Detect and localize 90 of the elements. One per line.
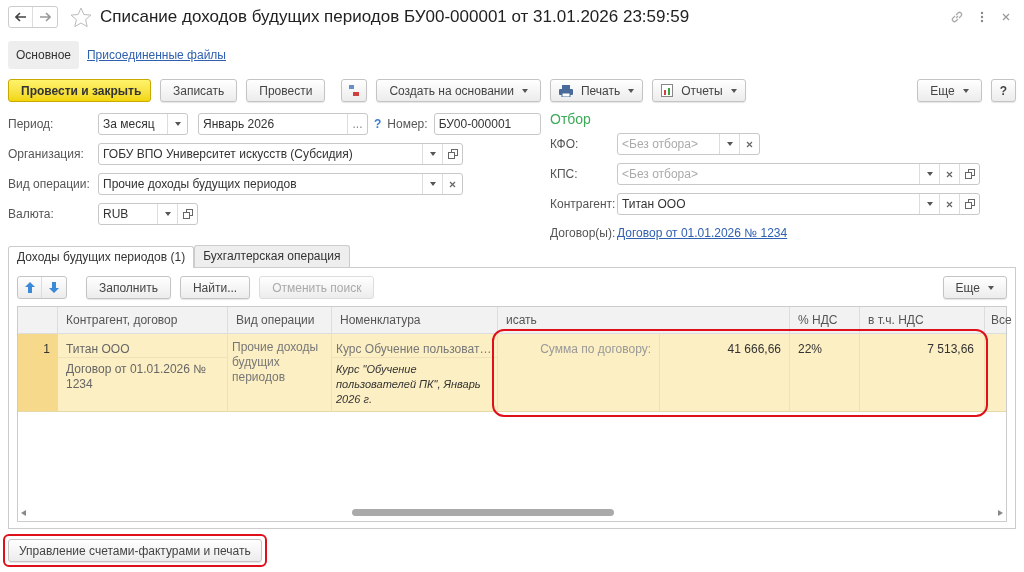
field-label: Период:	[8, 116, 55, 133]
tab[interactable]: Бухгалтерская операция	[194, 245, 350, 267]
column-header: Номенклатура	[332, 307, 498, 333]
input-field[interactable]: Январь 2026 ...	[198, 113, 368, 135]
close-icon	[1002, 13, 1010, 21]
caret-icon	[926, 202, 933, 206]
filter-title: Отбор	[550, 111, 592, 129]
window-title: Списание доходов будущих периодов БУ00-000001 от 31.01.2026 23:59:59	[100, 6, 691, 29]
table-cell: 41 666,66	[660, 334, 790, 411]
caret-icon	[926, 172, 933, 176]
left-arrow-icon	[14, 12, 27, 22]
column-header: Контрагент, договор	[58, 307, 228, 333]
caret-icon	[429, 152, 436, 156]
caret-icon	[730, 88, 737, 93]
form-tab[interactable]: Присоединенные файлы	[87, 46, 226, 64]
reports-button[interactable]: Отчеты	[652, 79, 746, 102]
clear-icon	[946, 170, 953, 178]
clear-icon	[746, 140, 753, 148]
field-label: КПС:	[550, 166, 579, 183]
scrollbar[interactable]	[21, 507, 1003, 518]
column-header: Все	[990, 312, 1012, 329]
table-cell-text: Курс "Обучение пользователей ПК", Январь 2026 г.	[335, 362, 482, 407]
caret-icon	[988, 285, 994, 290]
debit-credit-icon	[348, 83, 361, 98]
more-button[interactable]: Еще	[942, 276, 1007, 299]
toolbar-button[interactable]: Записать	[160, 79, 238, 102]
field-label: Контрагент:	[550, 196, 617, 213]
column-header: исать	[498, 307, 790, 333]
field-label: Организация:	[8, 146, 85, 163]
form-tab[interactable]: Основное	[8, 41, 79, 69]
caret-icon	[628, 88, 635, 93]
caret-icon	[962, 88, 969, 93]
caret-icon	[174, 122, 181, 126]
column-header: % НДС	[790, 307, 860, 333]
table-cell: Курс Обучение пользоват…	[332, 334, 497, 358]
debit-credit-button[interactable]	[341, 79, 368, 102]
input-field[interactable]: БУ00-000001	[433, 113, 541, 135]
field-label: КФО:	[550, 136, 580, 153]
right-arrow-icon	[39, 12, 51, 22]
caret-icon	[164, 212, 171, 216]
help-button[interactable]: ?	[990, 79, 1016, 102]
windows-icon	[447, 149, 458, 159]
scrollbar-thumb[interactable]	[352, 509, 614, 516]
input-field[interactable]: За месяц	[98, 113, 188, 135]
left-arrow-icon	[21, 509, 26, 516]
right-arrow-icon	[998, 509, 1003, 516]
column-header: Вид операции	[228, 307, 332, 333]
more-icon	[980, 11, 984, 23]
input-field[interactable]: Прочие доходы будущих периодов	[98, 173, 463, 195]
table-cell: Прочие доходы будущих периодов	[228, 334, 332, 411]
toolbar-button[interactable]: Провести	[246, 79, 326, 102]
star-icon	[70, 6, 92, 28]
clear-icon	[449, 180, 456, 188]
down-arrow-icon	[49, 282, 59, 293]
more-button[interactable]: Еще	[917, 79, 982, 102]
printer-icon	[558, 84, 573, 97]
caret-icon	[521, 88, 528, 93]
column-header: в т.ч. НДС	[860, 307, 985, 333]
input-field[interactable]: Титан ООО	[617, 193, 980, 215]
table-cell: Сумма по договору:	[498, 334, 660, 411]
windows-icon	[964, 169, 975, 179]
caret-icon	[429, 182, 436, 186]
help-link[interactable]: ?	[374, 115, 382, 133]
link-icon	[950, 10, 964, 24]
table-cell: 7 513,66	[860, 334, 985, 411]
clear-icon	[946, 200, 953, 208]
choose-button[interactable]: ...	[347, 114, 367, 134]
table-toolbar-button[interactable]: Заполнить	[86, 276, 171, 299]
input-field[interactable]: ГОБУ ВПО Университет искусств (Субсидия)	[98, 143, 463, 165]
contract-link[interactable]: Договор от 01.01.2026 № 1234	[617, 224, 788, 242]
row-number: 1	[18, 334, 58, 411]
field-label: Вид операции:	[8, 176, 91, 193]
create-based-on-button[interactable]: Создать на основании	[376, 79, 541, 102]
up-arrow-icon	[24, 282, 35, 293]
table-cell-text: Договор от 01.01.2026 № 1234	[65, 361, 208, 392]
input-field[interactable]: RUB	[98, 203, 198, 225]
print-button[interactable]: Печать	[549, 79, 644, 102]
caret-icon	[726, 142, 733, 146]
windows-icon	[964, 199, 975, 209]
invoice-management-button[interactable]: Управление счетами-фактурами и печать	[8, 539, 262, 562]
table-cell: 22%	[790, 334, 860, 411]
table-toolbar-button[interactable]: Найти...	[179, 276, 251, 299]
field-label: Валюта:	[8, 206, 55, 223]
windows-icon	[182, 209, 193, 219]
post-and-close-button[interactable]: Провести и закрыть	[8, 79, 151, 102]
table-cell: Титан ООО	[58, 334, 227, 358]
tab[interactable]: Доходы будущих периодов (1)	[8, 246, 195, 268]
field-label: Договор(ы):	[550, 225, 617, 242]
chart-icon	[661, 84, 674, 97]
field-label: Номер:	[387, 116, 428, 133]
